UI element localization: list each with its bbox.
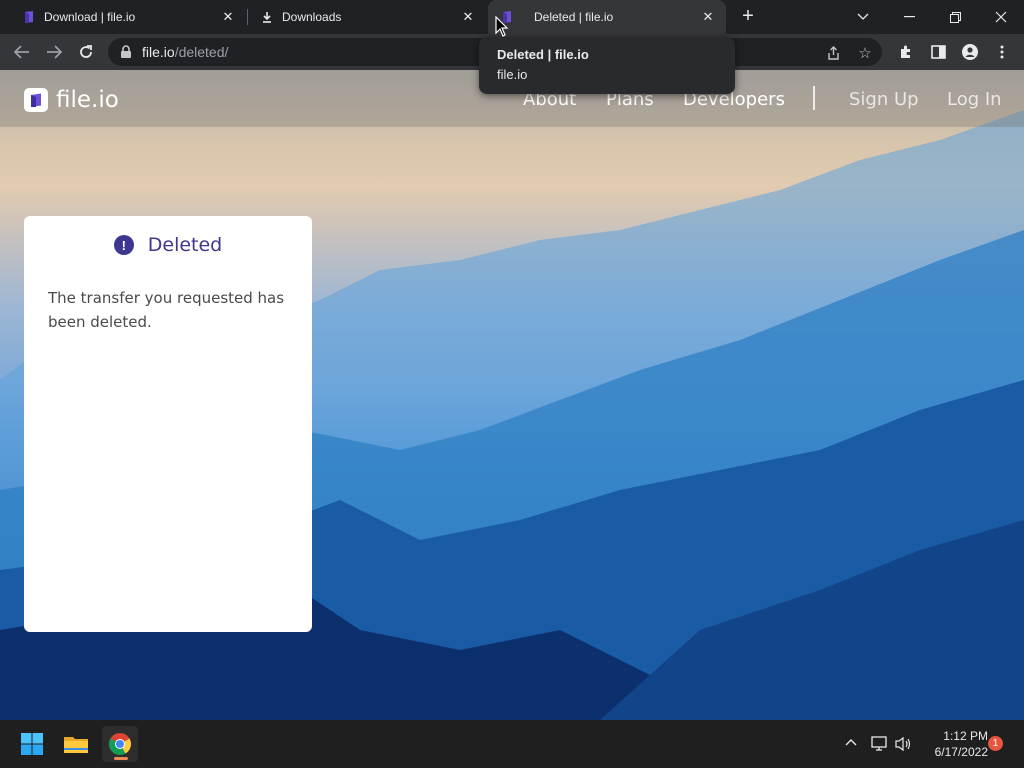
clock-date: 6/17/2022	[934, 745, 988, 759]
nav-sign-up[interactable]: Sign Up	[849, 89, 919, 110]
back-arrow-icon[interactable]	[10, 40, 34, 64]
logo-text: file.io	[56, 87, 119, 113]
show-hidden-icons-chevron-icon[interactable]	[845, 734, 857, 749]
share-icon[interactable]	[824, 44, 842, 62]
tab-deleted-fileio[interactable]: Deleted | file.io ✕	[488, 0, 726, 34]
deleted-card: ! Deleted The transfer you requested has…	[24, 216, 312, 632]
tab-title: Deleted | file.io	[534, 10, 614, 24]
minimize-icon[interactable]	[886, 0, 932, 34]
clock-time: 1:12 PM	[943, 729, 988, 743]
url-path: /deleted/	[174, 44, 229, 60]
notification-badge[interactable]: 1	[988, 736, 1003, 751]
forward-arrow-icon[interactable]	[42, 40, 66, 64]
fileio-logo-icon	[24, 88, 48, 112]
close-tab-icon[interactable]: ✕	[460, 9, 476, 25]
card-message: The transfer you requested has been dele…	[48, 289, 285, 331]
url-host: file.io	[142, 44, 175, 60]
tab-title: Downloads	[282, 10, 342, 24]
nav-divider	[813, 86, 815, 110]
side-panel-icon[interactable]	[928, 42, 948, 62]
active-app-indicator	[114, 757, 128, 760]
tab-search-chevron-icon[interactable]	[840, 0, 886, 34]
network-icon[interactable]	[871, 736, 889, 755]
volume-icon[interactable]	[895, 736, 913, 755]
menu-kebab-icon[interactable]	[992, 42, 1012, 62]
url-text: file.io/deleted/	[142, 44, 228, 60]
alert-exclamation-icon: !	[113, 235, 134, 255]
close-window-icon[interactable]	[978, 0, 1024, 34]
close-tab-icon[interactable]: ✕	[700, 9, 716, 25]
fileio-favicon-icon	[22, 10, 36, 24]
tab-hover-tooltip: Deleted | file.io file.io	[479, 37, 735, 94]
tab-title: Download | file.io	[44, 10, 136, 24]
restore-icon[interactable]	[932, 0, 978, 34]
web-page: file.io About Plans Developers Sign Up L…	[0, 70, 1024, 720]
tab-downloads[interactable]: Downloads ✕	[248, 0, 486, 34]
lock-icon[interactable]	[120, 45, 134, 59]
file-explorer-icon[interactable]	[58, 726, 94, 762]
tab-strip: Download | file.io ✕ Downloads ✕ Deleted…	[0, 0, 1024, 34]
bookmark-star-icon[interactable]: ☆	[856, 44, 874, 62]
download-icon	[260, 10, 274, 24]
fileio-logo[interactable]: file.io	[24, 87, 119, 113]
profile-icon[interactable]	[960, 42, 980, 62]
extensions-icon[interactable]	[896, 42, 916, 62]
card-title: Deleted	[147, 234, 223, 256]
tooltip-subtitle: file.io	[497, 67, 528, 82]
windows-taskbar: 1:12 PM 6/17/2022 1	[0, 720, 1024, 768]
reload-icon[interactable]	[74, 40, 98, 64]
nav-log-in[interactable]: Log In	[947, 89, 1002, 110]
close-tab-icon[interactable]: ✕	[220, 9, 236, 25]
chrome-taskbar-icon[interactable]	[102, 726, 138, 762]
card-header: ! Deleted	[24, 234, 312, 256]
tooltip-title: Deleted | file.io	[497, 47, 589, 62]
tab-download-fileio[interactable]: Download | file.io ✕	[0, 0, 246, 34]
windows-start-icon[interactable]	[14, 726, 50, 762]
system-clock[interactable]: 1:12 PM 6/17/2022	[920, 728, 988, 760]
mouse-cursor-icon	[495, 16, 509, 37]
new-tab-plus-icon[interactable]: +	[737, 5, 759, 27]
